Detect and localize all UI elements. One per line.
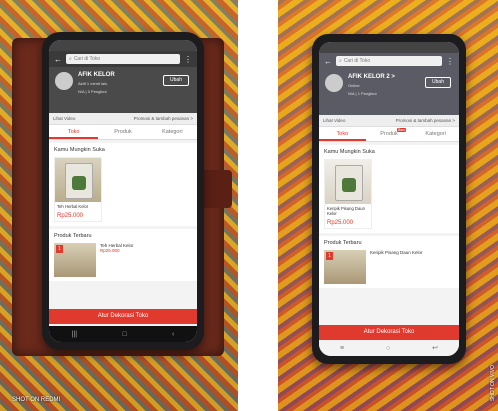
avatar	[55, 72, 73, 90]
camera-watermark: SHOT ON VIVO	[490, 364, 496, 401]
product-card[interactable]: Teh Herbal Kelor Rp25.000	[54, 157, 102, 222]
search-icon: ⌕	[69, 56, 72, 62]
right-phone: ← ⌕ Cari di Toko ⋮ AFIK KELOR 2 > Online…	[312, 34, 466, 364]
store-status: Online	[348, 83, 360, 88]
home-icon[interactable]: ○	[386, 345, 390, 352]
favorite-image: 1	[324, 250, 366, 284]
store-status: Aktif 1 menit lalu	[78, 81, 108, 86]
favorite-price: Rp25.000	[100, 248, 120, 253]
right-screen: ← ⌕ Cari di Toko ⋮ AFIK KELOR 2 > Online…	[319, 42, 459, 356]
status-bar	[49, 40, 197, 51]
store-rating: N/A | 0 Pengikut	[78, 89, 107, 94]
store-rating: N/A | 1 Pengikut	[348, 91, 377, 96]
search-placeholder: Cari di Toko	[73, 56, 101, 62]
product-image	[55, 158, 101, 202]
tab-produk[interactable]: Produk	[98, 125, 147, 139]
favorite-item[interactable]: 1 Keripik Pisang Daun Kelor	[324, 250, 454, 284]
store-tabs: Toko Produk Baru Kategori	[319, 127, 459, 142]
product-price: Rp25.000	[57, 213, 84, 219]
promo-link[interactable]: Promosi & tambah pesanan >	[134, 116, 193, 121]
video-row: Lihat Video Promosi & tambah pesanan >	[319, 115, 459, 127]
menu-icon[interactable]: ≡	[340, 345, 344, 352]
avatar	[325, 74, 343, 92]
video-link[interactable]: Lihat Video	[323, 118, 345, 123]
decorate-store-button[interactable]: Atur Dekorasi Toko	[49, 309, 197, 324]
new-badge: Baru	[396, 128, 407, 132]
store-name: AFIK KELOR	[78, 72, 115, 78]
edit-button[interactable]: Ubah	[163, 75, 189, 86]
section-title: Kamu Mungkin Suka	[54, 147, 105, 153]
tab-kategori[interactable]: Kategori	[412, 127, 459, 141]
product-price: Rp25.000	[327, 220, 354, 226]
nav-bar: ≡ ○ ↩	[319, 340, 459, 356]
search-icon: ⌕	[339, 58, 342, 64]
recent-apps-icon[interactable]: |||	[72, 331, 77, 338]
back-arrow-icon[interactable]: ←	[324, 57, 332, 66]
search-input[interactable]: ⌕ Cari di Toko	[336, 56, 442, 66]
promo-link[interactable]: Promosi & tambah pesanan >	[396, 118, 455, 123]
search-bar: ← ⌕ Cari di Toko ⋮	[319, 53, 459, 69]
favorite-image: 1	[54, 243, 96, 277]
right-photo: ← ⌕ Cari di Toko ⋮ AFIK KELOR 2 > Online…	[278, 0, 498, 411]
search-placeholder: Cari di Toko	[343, 58, 371, 64]
favorite-item[interactable]: 1 Teh Herbal Kelor Rp25.000	[54, 243, 192, 277]
home-icon[interactable]: □	[122, 331, 126, 338]
back-icon[interactable]: ‹	[172, 331, 174, 338]
store-header: AFIK KELOR 2 > Online N/A | 1 Pengikut U…	[319, 69, 459, 115]
tab-kategori[interactable]: Kategori	[148, 125, 197, 139]
favorite-section: Produk Terbaru 1 Teh Herbal Kelor Rp25.0…	[49, 229, 197, 281]
recommend-section: Kamu Mungkin Suka Keripik Pisang Daun Ke…	[319, 145, 459, 233]
more-icon[interactable]: ⋮	[446, 57, 454, 66]
tab-produk-label: Produk	[380, 131, 398, 137]
recommend-section: Kamu Mungkin Suka Teh Herbal Kelor Rp25.…	[49, 143, 197, 226]
video-link[interactable]: Lihat Video	[53, 116, 75, 121]
product-card[interactable]: Keripik Pisang Daun Kelor Rp25.000	[324, 159, 372, 229]
left-screen: ← ⌕ Cari di Toko ⋮ AFIK KELOR Aktif 1 me…	[49, 40, 197, 342]
tab-toko[interactable]: Toko	[49, 125, 99, 139]
product-name: Teh Herbal Kelor	[57, 204, 89, 209]
back-arrow-icon[interactable]: ←	[54, 55, 62, 64]
left-photo: ← ⌕ Cari di Toko ⋮ AFIK KELOR Aktif 1 me…	[0, 0, 238, 411]
product-name: Keripik Pisang Daun Kelor	[327, 206, 365, 216]
store-tabs: Toko Produk Kategori	[49, 125, 197, 140]
section-title: Kamu Mungkin Suka	[324, 149, 375, 155]
status-bar	[319, 42, 459, 53]
search-bar: ← ⌕ Cari di Toko ⋮	[49, 51, 197, 67]
edit-button[interactable]: Ubah	[425, 77, 451, 88]
tab-toko[interactable]: Toko	[319, 127, 366, 141]
more-icon[interactable]: ⋮	[184, 55, 192, 64]
favorite-name: Keripik Pisang Daun Kelor	[370, 250, 423, 255]
camera-watermark: SHOT ON REDMI	[12, 397, 61, 403]
section-title: Produk Terbaru	[324, 240, 362, 246]
favorite-section: Produk Terbaru 1 Keripik Pisang Daun Kel…	[319, 236, 459, 288]
store-header: AFIK KELOR Aktif 1 menit lalu N/A | 0 Pe…	[49, 67, 197, 113]
nav-bar: ||| □ ‹	[49, 326, 197, 342]
tab-produk[interactable]: Produk Baru	[366, 127, 413, 141]
section-title: Produk Terbaru	[54, 233, 92, 239]
store-name: AFIK KELOR 2 >	[348, 74, 395, 80]
left-phone: ← ⌕ Cari di Toko ⋮ AFIK KELOR Aktif 1 me…	[42, 32, 204, 350]
decorate-store-button[interactable]: Atur Dekorasi Toko	[319, 325, 459, 340]
back-icon[interactable]: ↩	[432, 344, 438, 352]
video-row: Lihat Video Promosi & tambah pesanan >	[49, 113, 197, 125]
search-input[interactable]: ⌕ Cari di Toko	[66, 54, 180, 64]
product-image	[325, 160, 371, 204]
